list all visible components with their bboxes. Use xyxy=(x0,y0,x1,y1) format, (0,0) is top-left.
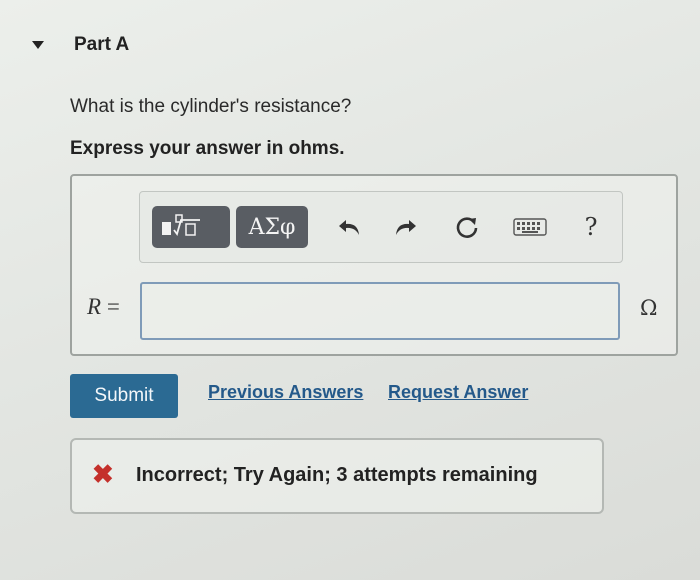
question-text: What is the cylinder's resistance? xyxy=(70,96,352,117)
part-title: Part A xyxy=(74,34,130,55)
templates-button[interactable] xyxy=(152,206,230,248)
math-toolbar: ΑΣφ ? xyxy=(139,191,623,263)
submit-button[interactable]: Submit xyxy=(70,374,178,418)
caret-down-icon[interactable] xyxy=(32,41,44,49)
answer-area: ΑΣφ ? R = Ω xyxy=(70,174,678,356)
reset-icon xyxy=(456,217,478,238)
equals-sign: = xyxy=(101,294,120,319)
help-button[interactable]: ? xyxy=(576,212,606,242)
request-answer-link[interactable]: Request Answer xyxy=(388,382,528,403)
answer-instruction: Express your answer in ohms. xyxy=(70,138,345,159)
resistance-answer-input[interactable] xyxy=(140,282,620,340)
math-templates-icon xyxy=(162,214,200,236)
greek-symbols-button[interactable]: ΑΣφ xyxy=(236,206,308,248)
part-header[interactable]: Part A xyxy=(32,34,129,56)
undo-icon xyxy=(339,220,359,235)
keyboard-button[interactable] xyxy=(512,212,548,242)
unit-label: Ω xyxy=(640,296,658,320)
feedback-box: ✖ Incorrect; Try Again; 3 attempts remai… xyxy=(70,438,604,514)
previous-answers-link[interactable]: Previous Answers xyxy=(208,382,363,403)
redo-icon xyxy=(396,220,416,235)
keyboard-icon xyxy=(513,218,547,236)
answer-variable-label: R = xyxy=(87,294,120,320)
undo-button[interactable] xyxy=(335,212,365,242)
x-icon: ✖ xyxy=(92,459,114,489)
redo-button[interactable] xyxy=(390,212,420,242)
reset-button[interactable] xyxy=(452,212,482,242)
feedback-message: Incorrect; Try Again; 3 attempts remaini… xyxy=(136,464,538,486)
variable-symbol: R xyxy=(87,294,102,319)
